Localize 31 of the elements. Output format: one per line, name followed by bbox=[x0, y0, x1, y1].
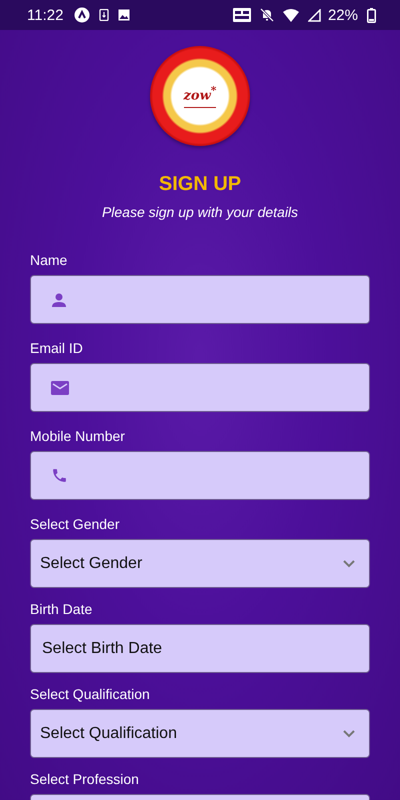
page-title: SIGN UP bbox=[158, 173, 242, 196]
wifi-icon bbox=[282, 8, 299, 22]
vowifi-icon bbox=[232, 8, 251, 22]
person-icon bbox=[51, 292, 67, 308]
field-label: Email ID bbox=[30, 340, 84, 356]
logo-text: zow$^{*}$ bbox=[184, 84, 216, 108]
date-field[interactable]: Select Birth Date bbox=[30, 624, 370, 673]
battery-icon bbox=[367, 8, 376, 22]
chevron-down-icon bbox=[343, 560, 355, 568]
dropdown[interactable]: Select Qualification bbox=[30, 709, 370, 758]
dropdown[interactable]: Select Gender bbox=[30, 539, 370, 588]
signal-icon bbox=[308, 8, 321, 22]
input-field[interactable] bbox=[30, 363, 370, 412]
image-icon bbox=[118, 9, 130, 21]
status-time: 11:22 bbox=[27, 6, 64, 24]
mail-icon bbox=[51, 380, 69, 394]
field-label: Select Gender bbox=[30, 516, 120, 532]
input-field[interactable] bbox=[30, 451, 370, 500]
battery-percent: 22% bbox=[328, 6, 358, 24]
phone-icon bbox=[51, 467, 68, 484]
app-icon bbox=[74, 7, 90, 23]
download-icon bbox=[99, 9, 110, 21]
input-field[interactable] bbox=[30, 275, 370, 324]
field-label: Name bbox=[30, 252, 68, 268]
page-subtitle: Please sign up with your details bbox=[102, 204, 298, 220]
field-label: Mobile Number bbox=[30, 428, 126, 444]
chevron-down-icon bbox=[343, 730, 355, 738]
field-label: Select Profession bbox=[30, 771, 140, 787]
muted-bell-icon bbox=[260, 8, 274, 22]
field-label: Select Qualification bbox=[30, 686, 151, 702]
field-label: Birth Date bbox=[30, 601, 94, 617]
